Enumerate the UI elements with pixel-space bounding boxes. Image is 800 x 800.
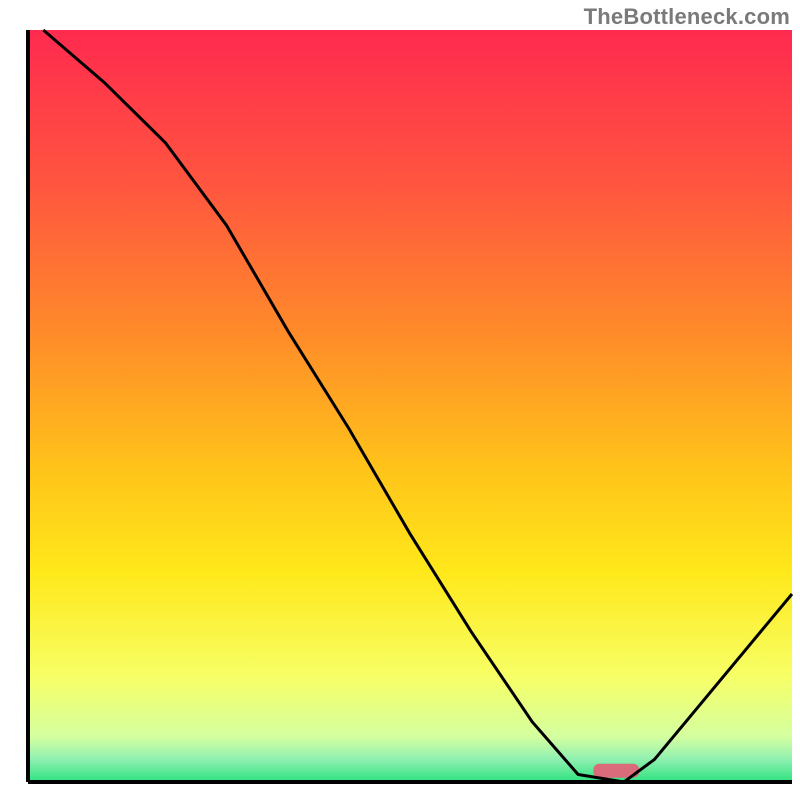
bottleneck-chart (0, 0, 800, 800)
plot-background-gradient (28, 30, 792, 782)
watermark-text: TheBottleneck.com (584, 4, 790, 30)
